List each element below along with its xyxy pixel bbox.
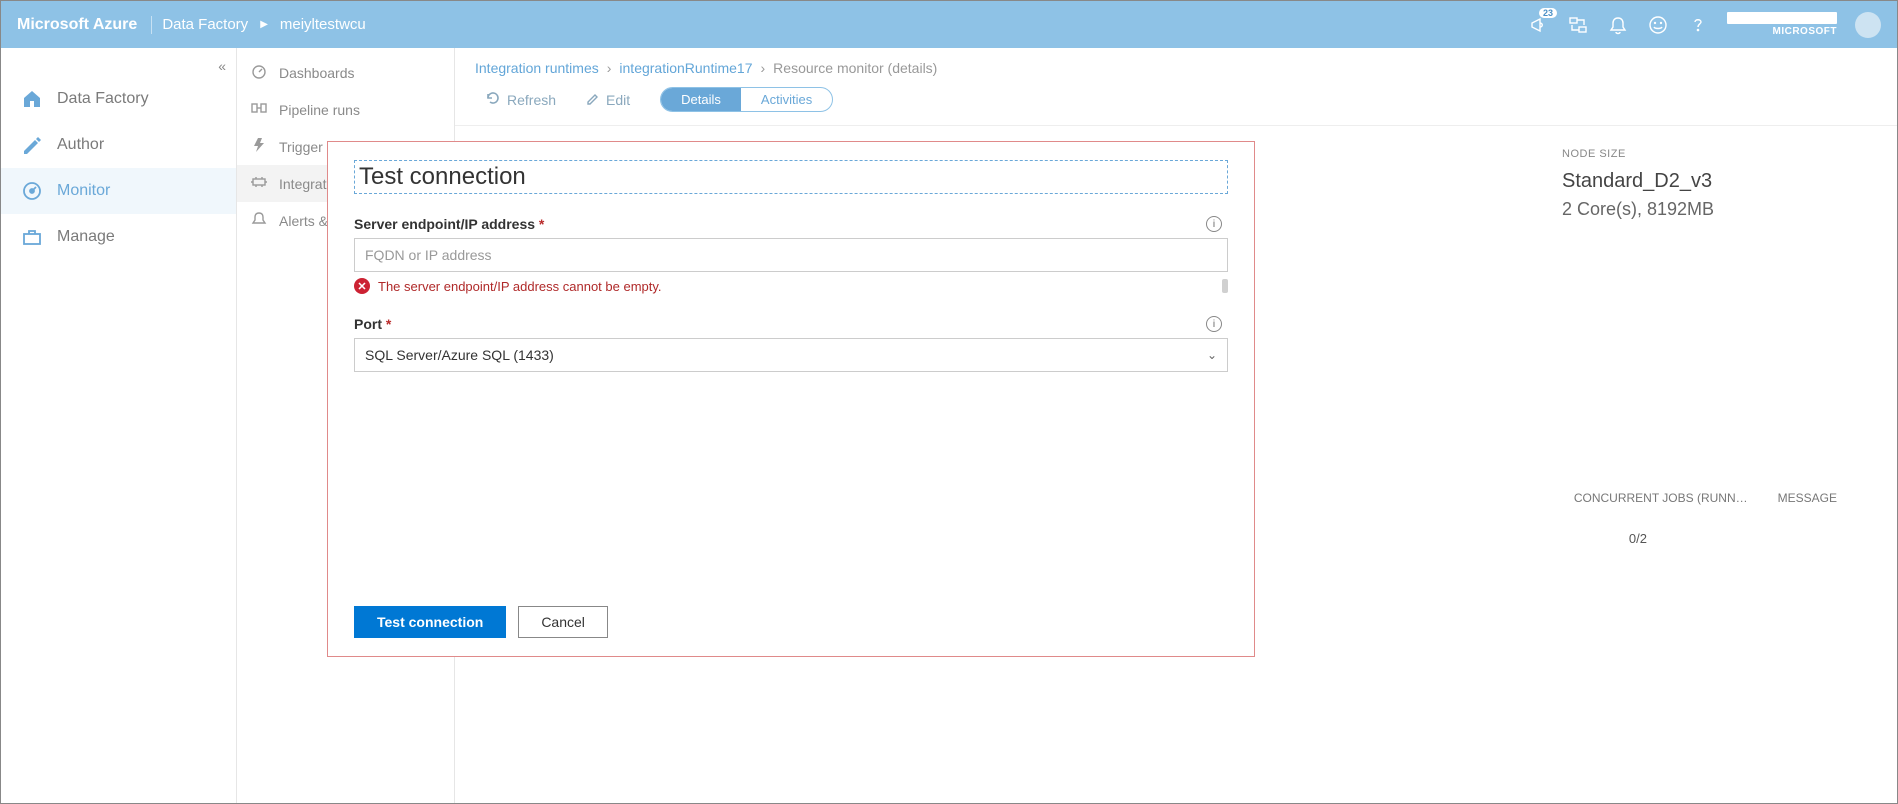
refresh-button[interactable]: Refresh — [475, 86, 566, 113]
sidebar-item-label: Manage — [57, 228, 115, 246]
dialog-footer: Test connection Cancel — [354, 606, 608, 638]
pipeline-icon — [251, 100, 267, 119]
server-endpoint-field: Server endpoint/IP address * i ✕ The ser… — [354, 216, 1228, 294]
subnav-dashboards[interactable]: Dashboards — [237, 54, 454, 91]
dialog-title: Test connection — [359, 163, 1223, 191]
primary-sidebar: « Data Factory Author Monitor Manage — [1, 48, 237, 803]
port-selected-value: SQL Server/Azure SQL (1433) — [365, 347, 554, 363]
server-endpoint-label: Server endpoint/IP address * — [354, 216, 1228, 232]
chevron-down-icon: ⌄ — [1207, 348, 1217, 362]
edit-button[interactable]: Edit — [576, 87, 640, 112]
dialog-title-wrap: Test connection — [354, 160, 1228, 194]
node-size-value: Standard_D2_v3 — [1562, 170, 1792, 193]
scroll-hint — [1222, 279, 1228, 293]
announcements-icon[interactable]: 23 — [1527, 14, 1549, 36]
resource-label[interactable]: meiyltestwcu — [280, 16, 366, 33]
server-endpoint-input[interactable] — [354, 238, 1228, 272]
server-endpoint-error: ✕ The server endpoint/IP address cannot … — [354, 278, 1228, 294]
account-block[interactable]: MICROSOFT — [1727, 12, 1837, 37]
service-label[interactable]: Data Factory — [162, 16, 248, 33]
integration-icon — [251, 174, 267, 193]
help-icon[interactable] — [1687, 14, 1709, 36]
refresh-icon — [485, 90, 501, 109]
top-bar-left: Microsoft Azure Data Factory ▶ meiyltest… — [17, 16, 366, 34]
refresh-label: Refresh — [507, 92, 556, 108]
pencil-icon — [21, 134, 43, 156]
subnav-pipeline-runs[interactable]: Pipeline runs — [237, 91, 454, 128]
error-icon: ✕ — [354, 278, 370, 294]
dashboard-icon — [251, 63, 267, 82]
gauge-icon — [21, 180, 43, 202]
chevron-right-icon: › — [607, 60, 612, 76]
server-endpoint-label-text: Server endpoint/IP address — [354, 216, 535, 232]
directory-switch-icon[interactable] — [1567, 14, 1589, 36]
trigger-icon — [251, 137, 267, 156]
sidebar-item-data-factory[interactable]: Data Factory — [1, 76, 236, 122]
pencil-icon — [586, 91, 600, 108]
port-field: Port * i SQL Server/Azure SQL (1433) ⌄ — [354, 316, 1228, 372]
port-select[interactable]: SQL Server/Azure SQL (1433) ⌄ — [354, 338, 1228, 372]
table-headers: CONCURRENT JOBS (RUNN… MESSAGE — [1574, 491, 1837, 505]
account-name-redacted — [1727, 12, 1837, 24]
tab-group: Details Activities — [660, 87, 833, 112]
error-message: The server endpoint/IP address cannot be… — [378, 279, 662, 294]
node-size-card: NODE SIZE Standard_D2_v3 2 Core(s), 8192… — [1562, 148, 1792, 220]
toolbar: Refresh Edit Details Activities — [455, 82, 1897, 126]
breadcrumb-integration-runtimes[interactable]: Integration runtimes — [475, 60, 599, 76]
col-message: MESSAGE — [1778, 491, 1837, 505]
tab-activities[interactable]: Activities — [741, 88, 832, 111]
avatar[interactable] — [1855, 12, 1881, 38]
top-bar: Microsoft Azure Data Factory ▶ meiyltest… — [1, 1, 1897, 48]
concurrent-jobs-value: 0/2 — [1629, 531, 1647, 546]
subnav-label: Dashboards — [279, 65, 355, 81]
chevron-right-icon: › — [761, 60, 766, 76]
info-icon[interactable]: i — [1206, 216, 1222, 232]
node-size-heading: NODE SIZE — [1562, 148, 1792, 160]
brand-label[interactable]: Microsoft Azure — [17, 16, 152, 34]
required-asterisk: * — [386, 316, 391, 332]
sidebar-item-label: Monitor — [57, 182, 110, 200]
breadcrumb-runtime-name[interactable]: integrationRuntime17 — [619, 60, 752, 76]
top-bar-right: 23 MICROSOFT — [1527, 12, 1881, 38]
port-label-text: Port — [354, 316, 382, 332]
sidebar-item-author[interactable]: Author — [1, 122, 236, 168]
home-icon — [21, 88, 43, 110]
port-label: Port * — [354, 316, 1228, 332]
feedback-icon[interactable] — [1647, 14, 1669, 36]
bell-icon — [251, 211, 267, 230]
tab-details[interactable]: Details — [661, 88, 741, 111]
tenant-label: MICROSOFT — [1773, 26, 1838, 37]
sidebar-item-monitor[interactable]: Monitor — [1, 168, 236, 214]
chevron-right-icon: ▶ — [260, 19, 268, 30]
required-asterisk: * — [539, 216, 544, 232]
notifications-icon[interactable] — [1607, 14, 1629, 36]
announcements-badge: 23 — [1539, 8, 1557, 18]
collapse-sidebar-icon[interactable]: « — [218, 58, 226, 74]
subnav-label: Pipeline runs — [279, 102, 360, 118]
node-size-desc: 2 Core(s), 8192MB — [1562, 199, 1792, 220]
sidebar-item-label: Data Factory — [57, 90, 149, 108]
info-icon[interactable]: i — [1206, 316, 1222, 332]
edit-label: Edit — [606, 92, 630, 108]
test-connection-button[interactable]: Test connection — [354, 606, 506, 638]
breadcrumb-current: Resource monitor (details) — [773, 60, 937, 76]
toolbox-icon — [21, 226, 43, 248]
sidebar-item-label: Author — [57, 136, 104, 154]
breadcrumb: Integration runtimes › integrationRuntim… — [455, 48, 1897, 82]
col-concurrent-jobs: CONCURRENT JOBS (RUNN… — [1574, 491, 1748, 505]
sidebar-item-manage[interactable]: Manage — [1, 214, 236, 260]
test-connection-dialog: Test connection Server endpoint/IP addre… — [327, 141, 1255, 657]
cancel-button[interactable]: Cancel — [518, 606, 608, 638]
